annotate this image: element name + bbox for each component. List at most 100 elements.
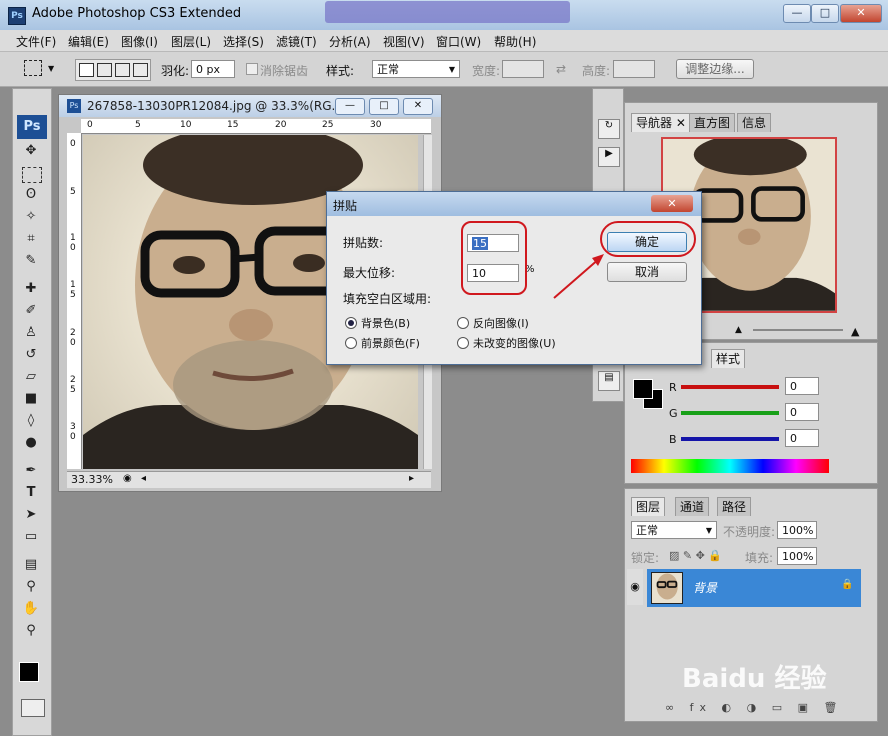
scroll-left-icon[interactable]: ◂	[141, 473, 146, 484]
tab-paths[interactable]: 路径	[717, 497, 752, 516]
menu-analysis[interactable]: 分析(A)	[329, 33, 371, 50]
radio-inverse-image-label[interactable]: 反向图像(I)	[473, 315, 529, 331]
eye-icon[interactable]: ◉	[627, 569, 643, 605]
actions-panel-icon[interactable]: ▶	[598, 147, 620, 167]
radio-foreground-color-label[interactable]: 前景颜色(F)	[361, 335, 420, 351]
rect-marquee-tool-icon[interactable]	[22, 167, 42, 183]
chevron-down-icon[interactable]: ▼	[48, 64, 54, 73]
move-tool-icon[interactable]: ✥	[20, 141, 42, 161]
crop-tool-icon[interactable]: ⌗	[20, 229, 42, 249]
channel-g-input[interactable]: 0	[785, 403, 819, 421]
healing-tool-icon[interactable]: ✚	[20, 279, 42, 299]
intersect-selection-icon[interactable]	[133, 63, 148, 77]
eyedropper-tool-icon[interactable]: ⚲	[20, 577, 42, 597]
slice-tool-icon[interactable]: ✎	[20, 251, 42, 271]
eraser-tool-icon[interactable]: ▱	[20, 367, 42, 387]
dialog-close-button[interactable]: ✕	[651, 195, 693, 212]
opacity-input[interactable]: 100%	[777, 521, 817, 539]
doc-minimize-button[interactable]: —	[335, 98, 365, 115]
cancel-button[interactable]: 取消	[607, 262, 687, 282]
menu-select[interactable]: 选择(S)	[223, 33, 264, 50]
blend-mode-select[interactable]: 正常 ▼	[631, 521, 717, 539]
color-foreground-swatch[interactable]	[633, 379, 653, 399]
channel-r-label: R	[669, 381, 677, 394]
menu-layer[interactable]: 图层(L)	[171, 33, 211, 50]
doc-close-button[interactable]: ✕	[403, 98, 433, 115]
tab-navigator[interactable]: 导航器 ✕	[631, 113, 691, 132]
status-menu-icon[interactable]: ◉	[123, 473, 132, 484]
channel-g-slider[interactable]	[681, 411, 779, 415]
radio-inverse-image[interactable]	[457, 317, 469, 329]
layer-name[interactable]: 背景	[693, 579, 717, 596]
quick-mask-icon[interactable]	[21, 699, 45, 717]
menu-file[interactable]: 文件(F)	[16, 33, 56, 50]
tab-info[interactable]: 信息	[737, 113, 772, 132]
antialias-checkbox[interactable]	[246, 63, 258, 75]
foreground-color-swatch[interactable]	[19, 662, 39, 682]
feather-label: 羽化:	[161, 64, 190, 78]
zoom-level[interactable]: 33.33%	[71, 473, 113, 486]
feather-input[interactable]: 0 px	[191, 60, 235, 78]
zoom-in-icon[interactable]: ▲	[851, 325, 859, 338]
layer-actions-icons[interactable]: ∞ fx ◐ ◑ ▭ ▣ 🗑	[665, 701, 843, 714]
minimize-button[interactable]: —	[783, 4, 811, 23]
style-value: 正常	[377, 63, 399, 76]
menu-help[interactable]: 帮助(H)	[494, 33, 536, 50]
magic-wand-tool-icon[interactable]: ✧	[20, 207, 42, 227]
zoom-tool-icon[interactable]: ⚲	[20, 621, 42, 641]
color-spectrum-bar[interactable]	[631, 459, 829, 473]
scroll-right-icon[interactable]: ▸	[409, 473, 414, 484]
notes-tool-icon[interactable]: ▤	[20, 555, 42, 575]
layer-row-background[interactable]: 背景 🔒	[647, 569, 861, 607]
tab-histogram[interactable]: 直方图	[689, 113, 736, 132]
menu-image[interactable]: 图像(I)	[121, 33, 158, 50]
selection-mode-group[interactable]	[75, 59, 151, 81]
type-tool-icon[interactable]: T	[20, 483, 42, 503]
zoom-out-icon[interactable]: ▲	[735, 325, 742, 335]
radio-background-color-label[interactable]: 背景色(B)	[361, 315, 410, 331]
lock-icons[interactable]: ▨ ✎ ✥ 🔒	[669, 549, 722, 562]
maximize-button[interactable]: □	[811, 4, 839, 23]
tab-styles[interactable]: 样式	[711, 349, 746, 368]
swap-icon[interactable]: ⇄	[556, 62, 566, 76]
gradient-tool-icon[interactable]: ■	[20, 389, 42, 409]
path-select-tool-icon[interactable]: ➤	[20, 505, 42, 525]
channel-b-input[interactable]: 0	[785, 429, 819, 447]
subtract-selection-icon[interactable]	[115, 63, 130, 77]
brush-tool-icon[interactable]: ✐	[20, 301, 42, 321]
shape-tool-icon[interactable]: ▭	[20, 527, 42, 547]
menu-window[interactable]: 窗口(W)	[436, 33, 481, 50]
menu-view[interactable]: 视图(V)	[383, 33, 425, 50]
channel-r-slider[interactable]	[681, 385, 779, 389]
tab-channels[interactable]: 通道	[675, 497, 710, 516]
radio-background-color[interactable]	[345, 317, 357, 329]
close-button[interactable]: ✕	[840, 4, 882, 23]
stamp-tool-icon[interactable]: ♙	[20, 323, 42, 343]
radio-unaltered-image[interactable]	[457, 337, 469, 349]
channel-r-input[interactable]: 0	[785, 377, 819, 395]
width-input[interactable]	[502, 60, 544, 78]
menu-filter[interactable]: 滤镜(T)	[276, 33, 317, 50]
menu-edit[interactable]: 编辑(E)	[68, 33, 109, 50]
radio-unaltered-image-label[interactable]: 未改变的图像(U)	[473, 335, 556, 351]
height-input[interactable]	[613, 60, 655, 78]
add-selection-icon[interactable]	[97, 63, 112, 77]
zoom-slider[interactable]	[753, 329, 843, 331]
hand-tool-icon[interactable]: ✋	[20, 599, 42, 619]
dodge-tool-icon[interactable]: ●	[20, 433, 42, 453]
new-selection-icon[interactable]	[79, 63, 94, 77]
fill-input[interactable]: 100%	[777, 547, 817, 565]
channel-b-slider[interactable]	[681, 437, 779, 441]
doc-maximize-button[interactable]: □	[369, 98, 399, 115]
lasso-tool-icon[interactable]: ʘ	[20, 185, 42, 205]
blur-tool-icon[interactable]: ◊	[20, 411, 42, 431]
notes-panel-icon[interactable]: ▤	[598, 371, 620, 391]
refine-edge-button[interactable]: 调整边缘...	[676, 59, 754, 79]
radio-foreground-color[interactable]	[345, 337, 357, 349]
tab-layers[interactable]: 图层	[631, 497, 666, 516]
style-select[interactable]: 正常 ▼	[372, 60, 460, 78]
pen-tool-icon[interactable]: ✒	[20, 461, 42, 481]
history-panel-icon[interactable]: ↻	[598, 119, 620, 139]
history-brush-tool-icon[interactable]: ↺	[20, 345, 42, 365]
marquee-tool-icon[interactable]	[24, 60, 42, 76]
